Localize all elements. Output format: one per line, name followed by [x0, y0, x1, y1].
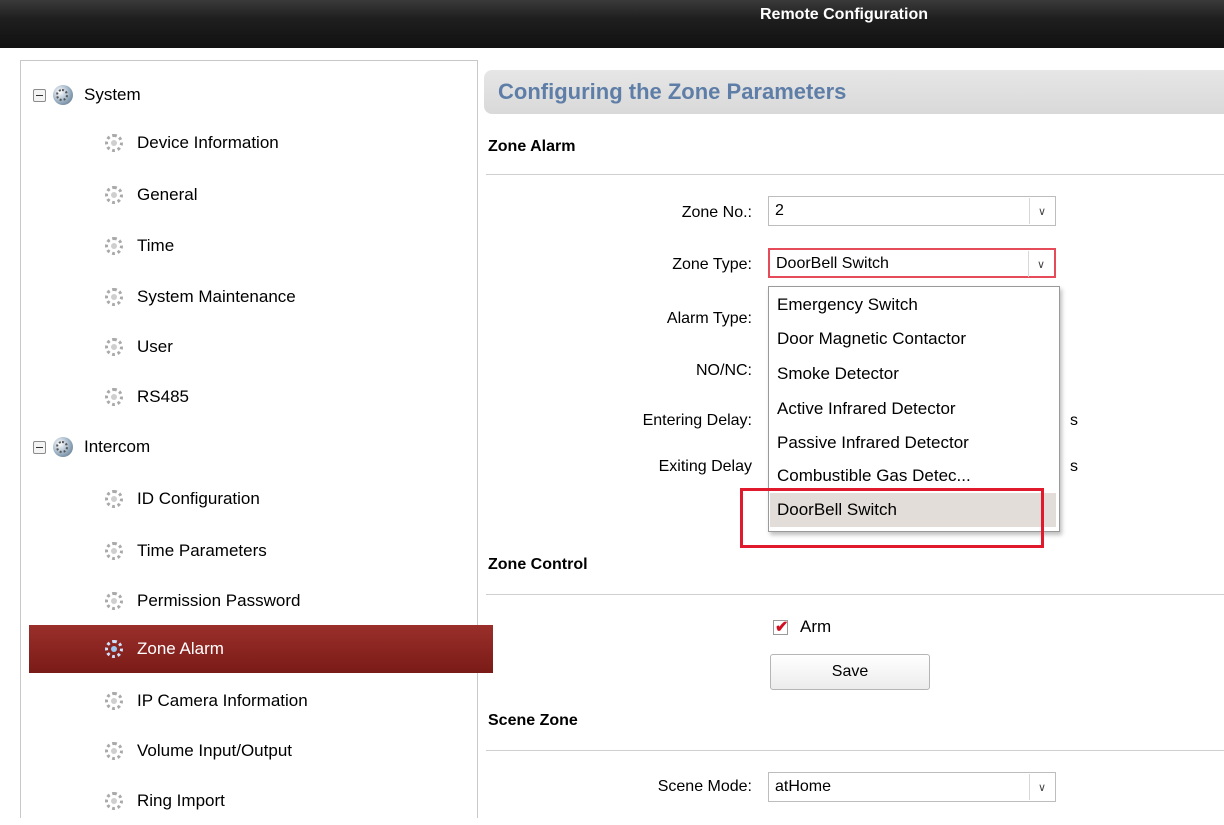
save-button[interactable]: Save	[770, 654, 930, 690]
sidebar-item-time[interactable]: Time	[49, 222, 489, 270]
arm-checkbox[interactable]: ✔	[773, 619, 789, 636]
entering-delay-label: Entering Delay:	[642, 412, 752, 429]
scene-mode-label: Scene Mode:	[657, 778, 752, 795]
option-active-infrared-detector[interactable]: Active Infrared Detector	[777, 392, 956, 426]
sidebar-item-label: Device Information	[137, 133, 279, 152]
option-door-magnetic-contactor[interactable]: Door Magnetic Contactor	[777, 322, 966, 356]
page-title: Configuring the Zone Parameters	[498, 79, 847, 104]
gear-icon	[105, 338, 123, 356]
gear-icon	[105, 490, 123, 508]
annotation-highlight-box	[740, 488, 1044, 548]
window-title-bar: Remote Configuration	[0, 0, 1224, 48]
sidebar-item-label: RS485	[137, 387, 189, 406]
page-title-banner: Configuring the Zone Parameters	[484, 70, 1224, 114]
arm-label: Arm	[800, 617, 832, 636]
sidebar-item-general[interactable]: General	[49, 171, 489, 219]
sidebar-item-permission-password[interactable]: Permission Password	[49, 577, 489, 625]
option-emergency-switch[interactable]: Emergency Switch	[777, 288, 918, 322]
tree-group-intercom[interactable]: Intercom	[33, 433, 150, 461]
sidebar-item-label: ID Configuration	[137, 489, 260, 508]
divider	[486, 594, 1224, 595]
divider	[486, 174, 1224, 175]
zone-type-value: DoorBell Switch	[776, 255, 889, 272]
exiting-delay-unit: s	[1070, 458, 1078, 475]
gear-icon	[105, 592, 123, 610]
sidebar-item-label: Permission Password	[137, 591, 301, 610]
zone-type-select[interactable]: DoorBell Switch ∨	[768, 248, 1056, 278]
sidebar-item-label: Time	[137, 236, 175, 255]
system-globe-icon	[52, 84, 74, 106]
sidebar-item-label: Volume Input/Output	[137, 741, 292, 760]
zone-no-label: Zone No.:	[681, 204, 752, 221]
sidebar-item-zone-alarm[interactable]: Zone Alarm	[29, 625, 493, 673]
sidebar-item-ring-import[interactable]: Ring Import	[49, 777, 489, 825]
alarm-type-label: Alarm Type:	[666, 310, 752, 327]
gear-icon	[105, 792, 123, 810]
gear-icon	[105, 640, 123, 658]
gear-icon	[105, 186, 123, 204]
sidebar-item-volume-input-output[interactable]: Volume Input/Output	[49, 727, 489, 775]
gear-icon	[105, 388, 123, 406]
intercom-globe-icon	[52, 436, 74, 458]
sidebar-item-label: General	[137, 185, 198, 204]
zone-alarm-title: Zone Alarm	[488, 138, 576, 155]
zone-type-label: Zone Type:	[672, 256, 752, 273]
scene-zone-title: Scene Zone	[488, 712, 578, 729]
group-label: System	[84, 85, 141, 104]
sidebar-item-label: Time Parameters	[137, 541, 267, 560]
gear-icon	[105, 134, 123, 152]
gear-icon	[105, 742, 123, 760]
option-smoke-detector[interactable]: Smoke Detector	[777, 357, 899, 391]
no-nc-label: NO/NC:	[696, 362, 752, 379]
collapse-icon[interactable]	[33, 88, 46, 102]
gear-icon	[105, 692, 123, 710]
sidebar-item-rs485[interactable]: RS485	[49, 373, 489, 421]
option-passive-infrared-detector[interactable]: Passive Infrared Detector	[777, 426, 969, 460]
zone-control-title: Zone Control	[488, 556, 588, 573]
gear-icon	[105, 288, 123, 306]
collapse-icon[interactable]	[33, 440, 46, 454]
sidebar-item-time-parameters[interactable]: Time Parameters	[49, 527, 489, 575]
sidebar-item-label: Zone Alarm	[137, 639, 224, 658]
sidebar-item-label: User	[137, 337, 173, 356]
exiting-delay-label: Exiting Delay	[658, 458, 752, 475]
sidebar-item-ip-camera-information[interactable]: IP Camera Information	[49, 677, 489, 725]
zone-no-value: 2	[775, 202, 784, 219]
sidebar-item-label: IP Camera Information	[137, 691, 308, 710]
sidebar-item-user[interactable]: User	[49, 323, 489, 371]
scene-mode-select[interactable]: atHome ∨	[768, 772, 1056, 802]
sidebar-item-device-information[interactable]: Device Information	[49, 119, 489, 167]
entering-delay-unit: s	[1070, 412, 1078, 429]
chevron-down-icon[interactable]: ∨	[1029, 774, 1054, 800]
gear-icon	[105, 542, 123, 560]
zone-no-select[interactable]: 2 ∨	[768, 196, 1056, 226]
divider	[486, 750, 1224, 751]
tree-group-system[interactable]: System	[33, 81, 141, 109]
sidebar-item-label: Ring Import	[137, 791, 225, 810]
chevron-down-icon[interactable]: ∨	[1028, 251, 1053, 277]
sidebar-tree: System Device Information General Time S…	[20, 60, 493, 818]
sidebar-item-system-maintenance[interactable]: System Maintenance	[49, 273, 489, 321]
checkmark-icon: ✔	[775, 619, 789, 636]
sidebar-item-id-configuration[interactable]: ID Configuration	[49, 475, 489, 523]
sidebar-item-label: System Maintenance	[137, 287, 296, 306]
chevron-down-icon[interactable]: ∨	[1029, 198, 1054, 224]
group-label: Intercom	[84, 437, 151, 456]
scene-mode-value: atHome	[775, 778, 832, 795]
window-title: Remote Configuration	[760, 6, 928, 23]
gear-icon	[105, 237, 123, 255]
